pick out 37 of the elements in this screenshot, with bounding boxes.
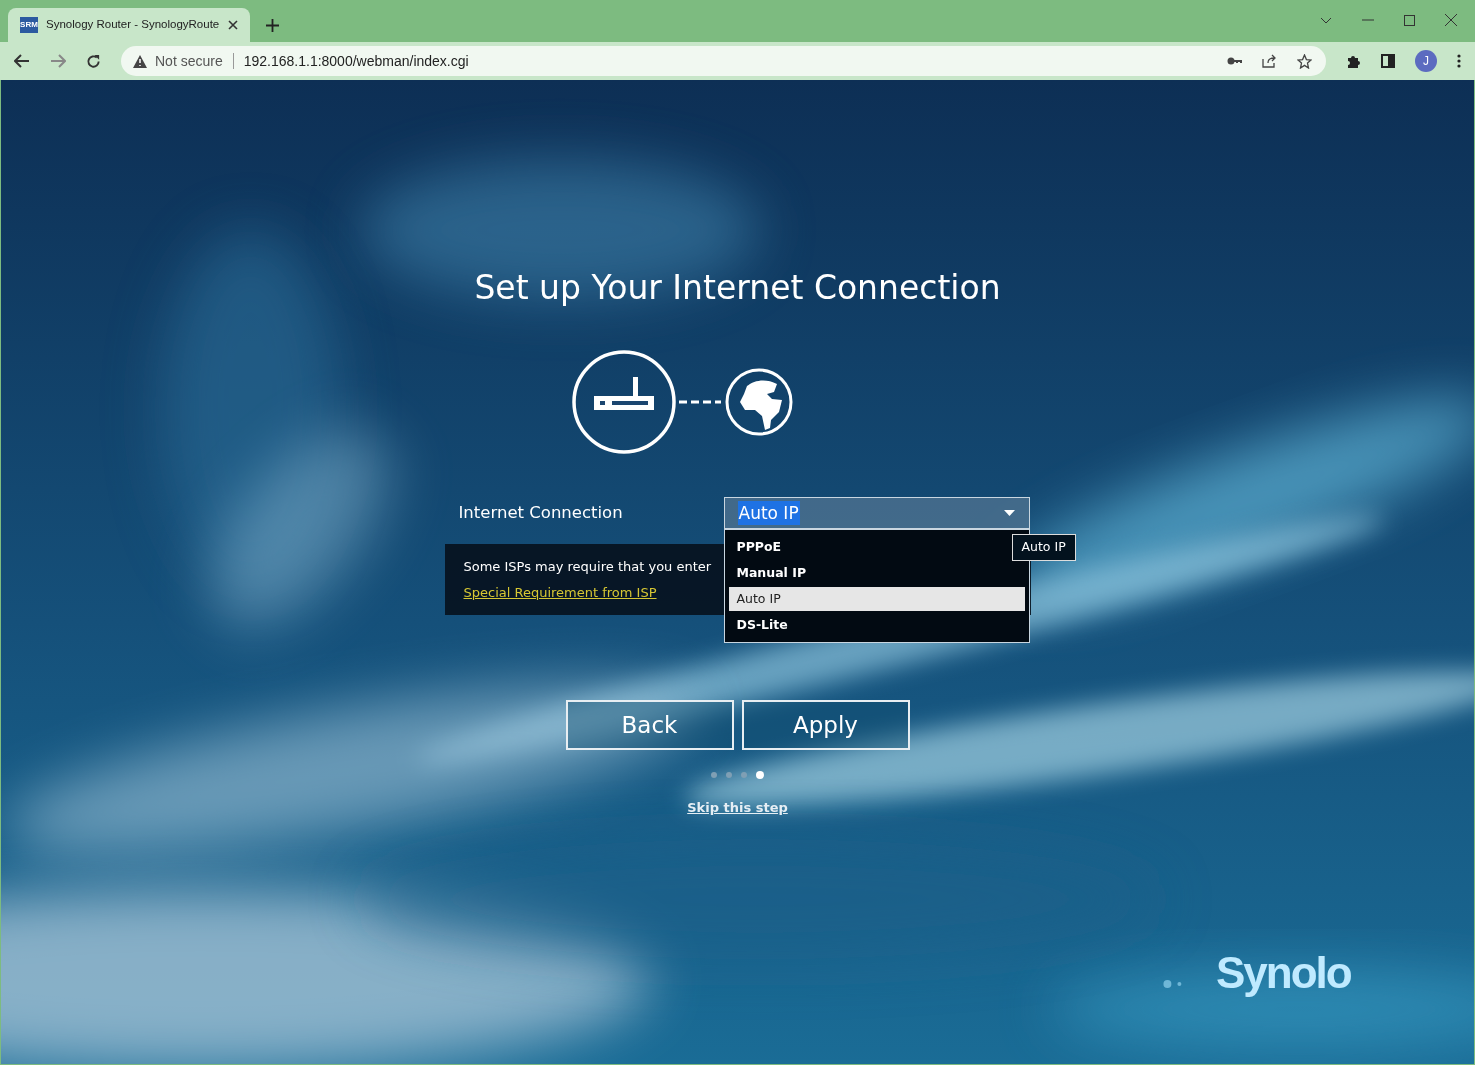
wizard-button[interactable]: Apply: [741, 700, 910, 750]
notice-text: Some ISPs may require that you enter: [463, 558, 712, 576]
url-text: 192.168.1.1:8000/webman/index.cgi: [243, 51, 470, 71]
dropdown-option[interactable]: DS-Lite: [728, 613, 1025, 637]
new-tab-icon[interactable]: [266, 19, 279, 32]
chevron-down-icon[interactable]: [1320, 16, 1332, 24]
dropdown-option[interactable]: Auto IP: [728, 587, 1025, 611]
puzzle-icon[interactable]: [1346, 53, 1361, 69]
field-label: Internet Connection: [458, 501, 624, 524]
select-value: Auto IP: [737, 501, 800, 525]
page-title: Set up Your Internet Connection: [474, 268, 1001, 308]
connection-select[interactable]: Auto IP: [723, 497, 1030, 529]
isp-requirement-link[interactable]: Special Requirement from ISP: [463, 582, 657, 602]
warning-icon: [133, 54, 147, 68]
star-icon[interactable]: [1297, 53, 1312, 69]
side-panel-icon[interactable]: [1381, 54, 1395, 68]
more-menu-icon[interactable]: [1457, 54, 1461, 68]
favicon-icon: SRM: [20, 17, 38, 33]
wizard-button[interactable]: Back: [565, 700, 734, 750]
share-icon[interactable]: [1262, 54, 1277, 68]
reload-icon[interactable]: [86, 53, 101, 69]
key-icon[interactable]: [1227, 57, 1242, 65]
browser-tab[interactable]: SRM Synology Router - SynologyRoute: [8, 8, 250, 42]
maximize-icon[interactable]: [1404, 14, 1415, 26]
address-bar[interactable]: Not secure 192.168.1.1:8000/webman/index.cgi: [121, 46, 1326, 76]
forward-arrow-icon[interactable]: [50, 54, 66, 68]
security-label: Not secure: [155, 51, 223, 71]
back-arrow-icon[interactable]: [14, 54, 30, 68]
dropdown-arrow-icon: [1003, 510, 1015, 516]
tab-title: Synology Router - SynologyRoute: [46, 17, 220, 33]
brand-logo: Synolo: [1216, 947, 1351, 999]
close-icon[interactable]: [1445, 14, 1457, 26]
dropdown-option[interactable]: Manual IP: [728, 561, 1025, 585]
profile-avatar[interactable]: J: [1415, 50, 1437, 72]
skip-link[interactable]: Skip this step: [687, 798, 788, 818]
close-icon[interactable]: [228, 20, 238, 30]
tooltip: Auto IP: [1011, 534, 1076, 561]
